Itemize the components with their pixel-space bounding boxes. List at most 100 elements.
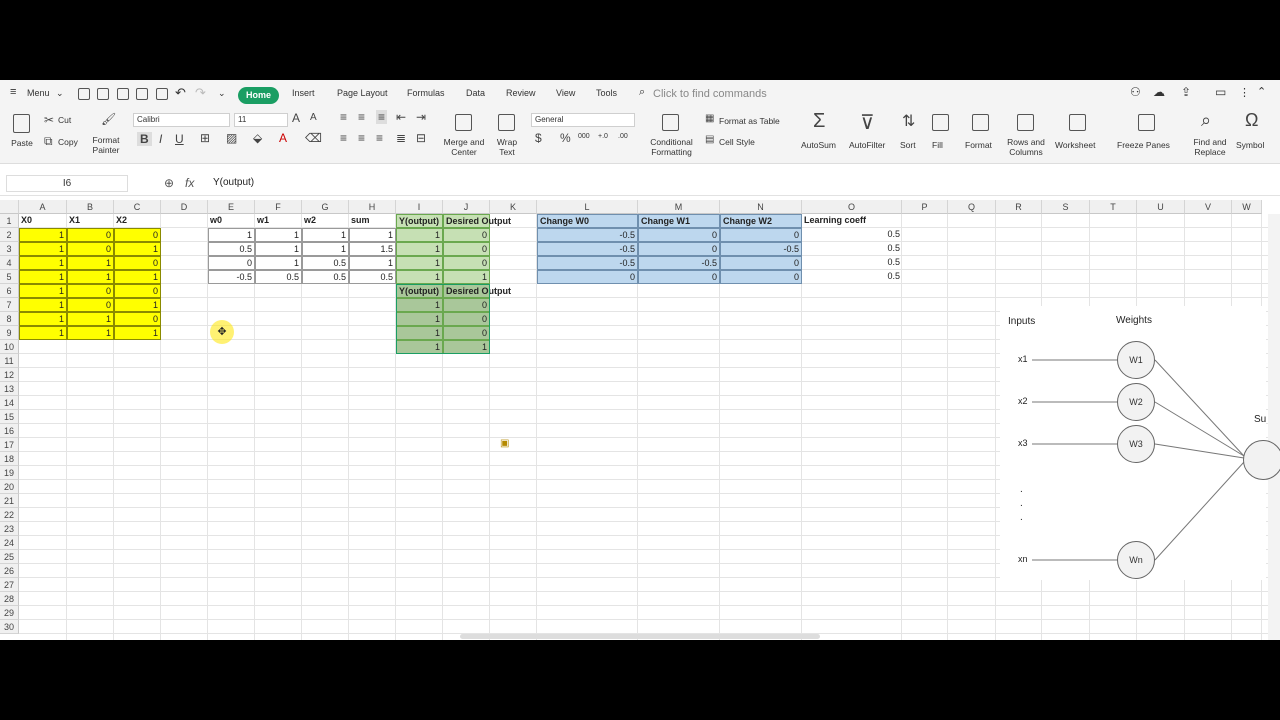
chevron-down-icon[interactable]: ⌄ bbox=[56, 88, 64, 99]
weight-cell[interactable]: 1 bbox=[302, 242, 349, 256]
cell-style-button[interactable]: Cell Style bbox=[719, 137, 755, 147]
wrap-text-icon[interactable] bbox=[498, 114, 515, 131]
indent-decrease-icon[interactable]: ⇤ bbox=[396, 110, 406, 124]
fx-icon[interactable]: fx bbox=[185, 176, 194, 190]
horizontal-scrollbar[interactable] bbox=[460, 634, 820, 639]
conditional-formatting-icon[interactable] bbox=[662, 114, 679, 131]
row-header[interactable]: 4 bbox=[0, 256, 19, 270]
thousands-icon[interactable]: 000 bbox=[578, 132, 590, 142]
input-cell[interactable]: 1 bbox=[19, 242, 67, 256]
input-cell[interactable]: 1 bbox=[114, 326, 161, 340]
header-change-w2[interactable]: Change W2 bbox=[720, 214, 802, 228]
copy-button[interactable]: Copy bbox=[58, 137, 78, 147]
tab-insert[interactable]: Insert bbox=[292, 88, 315, 98]
input-cell[interactable]: 1 bbox=[67, 270, 114, 284]
undo-icon[interactable]: ↶ bbox=[175, 85, 186, 101]
output-cell[interactable]: 1 bbox=[396, 298, 443, 312]
row-header[interactable]: 9 bbox=[0, 326, 19, 340]
input-cell[interactable]: 1 bbox=[19, 326, 67, 340]
row-header[interactable]: 10 bbox=[0, 340, 19, 354]
weight-cell[interactable]: 1 bbox=[396, 270, 443, 284]
row-header[interactable]: 2 bbox=[0, 228, 19, 242]
column-header[interactable]: U bbox=[1137, 200, 1185, 214]
header-learning-coeff[interactable]: Learning coeff bbox=[802, 214, 902, 228]
sort-icon[interactable]: ⇅ bbox=[902, 111, 915, 131]
freeze-panes-button[interactable]: Freeze Panes bbox=[1117, 140, 1170, 150]
autofilter-icon[interactable]: ⊽ bbox=[860, 110, 875, 135]
output-cell[interactable]: 0 bbox=[443, 312, 490, 326]
format-painter-icon[interactable]: 🖌 bbox=[101, 112, 116, 126]
weight-cell[interactable]: 1 bbox=[255, 242, 302, 256]
input-cell[interactable]: 1 bbox=[19, 298, 67, 312]
increase-font-icon[interactable]: A bbox=[292, 111, 300, 125]
column-header[interactable]: F bbox=[255, 200, 302, 214]
input-cell[interactable]: 1 bbox=[67, 256, 114, 270]
input-cell[interactable]: 0 bbox=[67, 298, 114, 312]
header-x0[interactable]: X0 bbox=[19, 214, 67, 228]
select-all-corner[interactable] bbox=[0, 200, 19, 214]
change-cell[interactable]: 0.5 bbox=[802, 242, 902, 256]
align-top-icon[interactable]: ≡ bbox=[340, 110, 347, 124]
column-header[interactable]: D bbox=[161, 200, 208, 214]
column-header[interactable]: J bbox=[443, 200, 490, 214]
tab-home[interactable]: Home bbox=[238, 87, 279, 104]
weight-cell[interactable]: 0 bbox=[443, 228, 490, 242]
header-y-output[interactable]: Y(output) bbox=[396, 214, 443, 228]
sync-icon[interactable]: ⇪ bbox=[1181, 85, 1191, 99]
sort-button[interactable]: Sort bbox=[900, 140, 916, 150]
header-y-output-2[interactable]: Y(output) bbox=[396, 284, 443, 298]
conditional-formatting-button[interactable]: Conditional Formatting bbox=[644, 137, 699, 157]
copy-icon[interactable]: ⧉ bbox=[44, 134, 53, 149]
format-as-table-button[interactable]: Format as Table bbox=[719, 116, 780, 126]
output-cell[interactable]: 1 bbox=[396, 312, 443, 326]
export-icon[interactable] bbox=[117, 88, 129, 100]
column-header[interactable]: B bbox=[67, 200, 114, 214]
column-header[interactable]: G bbox=[302, 200, 349, 214]
wrap-text-button[interactable]: Wrap Text bbox=[491, 137, 523, 157]
header-w2[interactable]: w2 bbox=[302, 214, 349, 228]
format-table-icon[interactable]: ▦ bbox=[705, 113, 714, 124]
change-cell[interactable]: 0 bbox=[720, 270, 802, 284]
input-cell[interactable]: 0 bbox=[114, 228, 161, 242]
header-x2[interactable]: X2 bbox=[114, 214, 161, 228]
input-cell[interactable]: 1 bbox=[114, 270, 161, 284]
format-painter-button[interactable]: Format Painter bbox=[88, 135, 124, 155]
change-cell[interactable]: 0 bbox=[720, 228, 802, 242]
header-sum[interactable]: sum bbox=[349, 214, 396, 228]
fill-icon[interactable] bbox=[932, 114, 949, 131]
decrease-decimal-icon[interactable]: .00 bbox=[618, 132, 628, 142]
row-header[interactable]: 6 bbox=[0, 284, 19, 298]
format-button[interactable]: Format bbox=[965, 140, 992, 150]
column-header[interactable]: V bbox=[1185, 200, 1232, 214]
row-header[interactable]: 3 bbox=[0, 242, 19, 256]
cut-icon[interactable]: ✂ bbox=[44, 113, 54, 127]
column-header[interactable]: R bbox=[996, 200, 1042, 214]
input-cell[interactable]: 1 bbox=[19, 256, 67, 270]
row-header[interactable]: 11 bbox=[0, 354, 19, 368]
rows-columns-icon[interactable] bbox=[1017, 114, 1034, 131]
output-cell[interactable]: 1 bbox=[443, 340, 490, 354]
column-header[interactable]: K bbox=[490, 200, 537, 214]
weight-cell[interactable]: 1 bbox=[396, 256, 443, 270]
column-header[interactable]: T bbox=[1090, 200, 1137, 214]
align-left-icon[interactable]: ≡ bbox=[340, 131, 347, 145]
row-header[interactable]: 26 bbox=[0, 564, 19, 578]
weight-cell[interactable]: 0.5 bbox=[302, 256, 349, 270]
symbol-button[interactable]: Symbol bbox=[1236, 140, 1264, 150]
name-box[interactable]: I6 bbox=[6, 175, 128, 192]
weight-cell[interactable]: 1 bbox=[396, 242, 443, 256]
header-change-w0[interactable]: Change W0 bbox=[537, 214, 638, 228]
weight-cell[interactable]: 0.5 bbox=[302, 270, 349, 284]
output-cell[interactable]: 1 bbox=[396, 340, 443, 354]
row-header[interactable]: 29 bbox=[0, 606, 19, 620]
weight-cell[interactable]: 1 bbox=[302, 228, 349, 242]
change-cell[interactable]: 0 bbox=[537, 270, 638, 284]
fill-button[interactable]: Fill bbox=[932, 140, 943, 150]
weight-cell[interactable]: 0.5 bbox=[349, 270, 396, 284]
weight-cell[interactable]: 1 bbox=[208, 228, 255, 242]
bold-icon[interactable]: B bbox=[137, 132, 152, 146]
output-cell[interactable]: 1 bbox=[396, 326, 443, 340]
row-header[interactable]: 19 bbox=[0, 466, 19, 480]
paste-button[interactable]: Paste bbox=[6, 138, 38, 148]
align-right-icon[interactable]: ≡ bbox=[376, 131, 383, 145]
